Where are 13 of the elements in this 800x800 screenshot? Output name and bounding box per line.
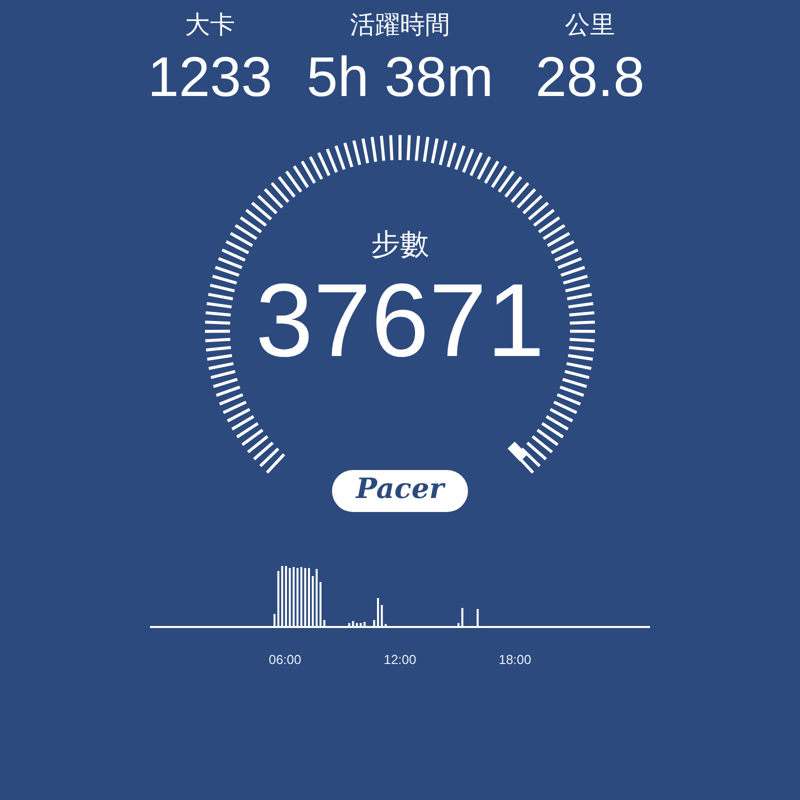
stat-label: 公里	[565, 12, 615, 37]
stat-label: 大卡	[185, 12, 235, 37]
time-label: 18:00	[498, 650, 532, 669]
stat-value: 5h 38m	[306, 49, 494, 105]
pacer-logo: Pacer	[332, 470, 468, 512]
progress-marker	[508, 442, 528, 462]
stat-value: 1233	[148, 49, 272, 105]
stat-value: 28.8	[536, 49, 644, 105]
stat-label: 活躍時間	[350, 12, 450, 37]
time-label: 06:00	[268, 650, 302, 669]
time-label: 12:00	[384, 650, 416, 669]
steps-count: 37671	[255, 269, 545, 373]
steps-label: 步數	[371, 230, 429, 259]
